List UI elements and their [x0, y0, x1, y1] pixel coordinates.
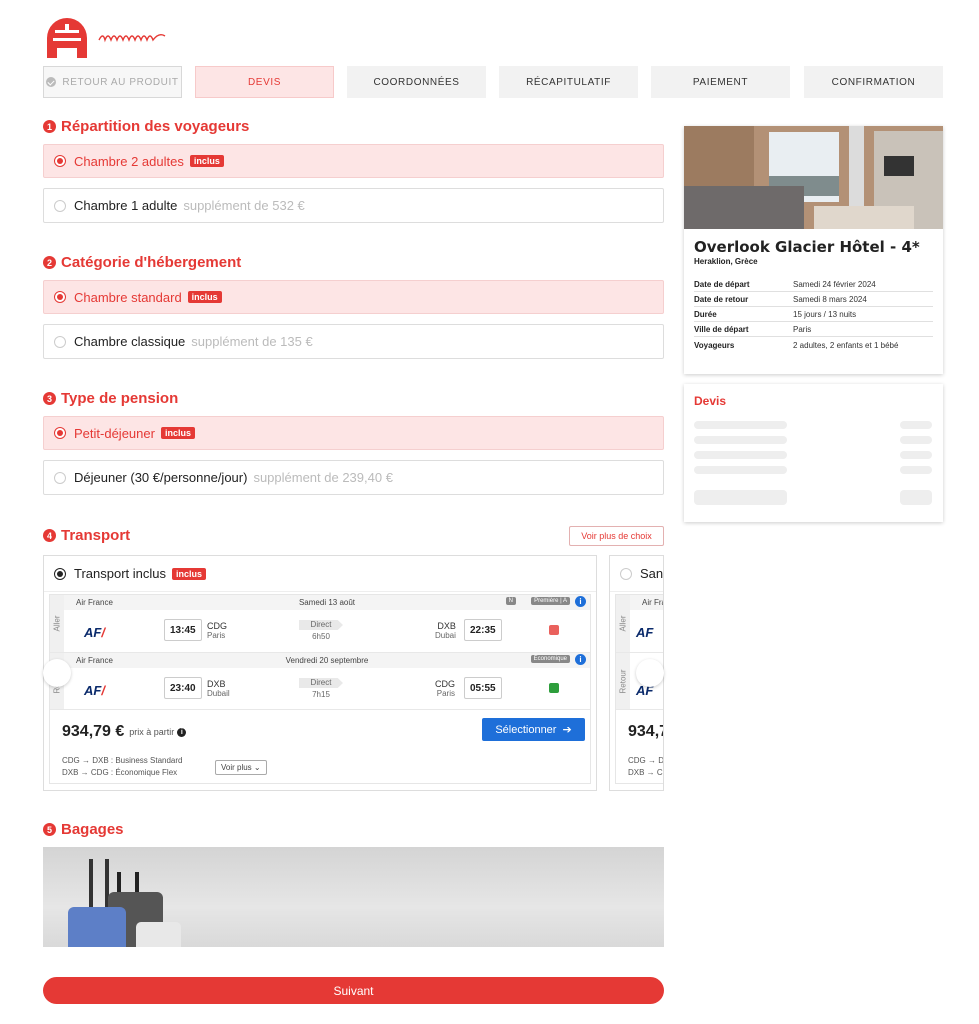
check-circle-icon: [46, 77, 57, 87]
option-chambre-1-adulte[interactable]: Chambre 1 adulte supplément de 532 €: [43, 188, 664, 223]
transport-card-included: Transport inclus inclus Aller Air France…: [43, 555, 597, 791]
next-button[interactable]: Suivant: [43, 977, 664, 1004]
luggage-included-icon: [549, 683, 559, 693]
transport-option-sans[interactable]: Sans: [610, 556, 663, 592]
chevron-down-icon: ⌄: [253, 763, 261, 772]
transport-option-included[interactable]: Transport inclus inclus: [44, 556, 596, 592]
option-chambre-2-adultes[interactable]: Chambre 2 adultes inclus: [43, 144, 664, 178]
fare-details: CDG → DXB : Business Standard DXB → CDG …: [62, 756, 183, 777]
radio[interactable]: [54, 471, 66, 484]
cabin-badge: Économique: [530, 655, 570, 663]
section-title-bagages: 5 Bagages: [43, 821, 124, 838]
air-france-logo: AF: [636, 625, 654, 640]
radio-selected[interactable]: [54, 427, 66, 439]
detail-row: Voyageurs 2 adultes, 2 enfants et 1 bébé: [694, 340, 899, 350]
section-title-hebergement: 2 Catégorie d'hébergement: [43, 254, 241, 271]
loading-skeleton: [900, 421, 932, 429]
devis-title: Devis: [694, 394, 727, 408]
step-paiement[interactable]: PAIEMENT: [651, 66, 790, 98]
loading-skeleton: [694, 436, 787, 444]
loading-skeleton: [694, 466, 787, 474]
devis-card: Devis: [684, 384, 943, 522]
option-petit-dejeuner[interactable]: Petit-déjeuner inclus: [43, 416, 664, 450]
back-to-product-button[interactable]: RETOUR AU PRODUIT: [43, 66, 182, 98]
logo-icon: [47, 18, 87, 58]
hotel-photo: [684, 126, 943, 229]
detail-row: Durée 15 jours / 13 nuits: [694, 308, 933, 322]
arrow-right-icon: ➔: [562, 724, 572, 736]
section-title-voyageurs: 1 Répartition des voyageurs: [43, 118, 249, 135]
option-dejeuner[interactable]: Déjeuner (30 €/personne/jour) supplément…: [43, 460, 664, 495]
loading-skeleton: [900, 466, 932, 474]
radio-selected[interactable]: [54, 567, 66, 580]
flight-leg-retour: Retour Air France Vendredi 20 septembre …: [50, 653, 590, 710]
see-more-button[interactable]: Voir plus ⌄: [215, 760, 267, 775]
flight-details: Aller Air France Samedi 13 août N Premiè…: [49, 594, 591, 784]
carousel-next-button[interactable]: [636, 659, 664, 687]
no-luggage-icon: [549, 625, 559, 635]
detail-row: Date de retour Samedi 8 mars 2024: [694, 293, 933, 307]
loading-skeleton: [900, 436, 932, 444]
air-france-logo: AF/: [84, 625, 105, 640]
radio-selected[interactable]: [54, 291, 66, 303]
flight-price: 934,79 € prix à partir i: [62, 723, 187, 741]
section-title-pension: 3 Type de pension: [43, 390, 178, 407]
loading-skeleton: [694, 421, 787, 429]
loading-skeleton: [694, 451, 787, 459]
radio[interactable]: [54, 199, 66, 212]
checkout-steps: RETOUR AU PRODUIT DEVIS COORDONNÉES RÉCA…: [43, 66, 943, 98]
radio[interactable]: [620, 567, 632, 580]
included-badge: inclus: [160, 427, 195, 439]
loading-skeleton: [900, 451, 932, 459]
radio[interactable]: [54, 335, 66, 348]
step-recapitulatif[interactable]: RÉCAPITULATIF: [499, 66, 638, 98]
cabin-badge: Première | A: [531, 597, 570, 605]
option-chambre-classique[interactable]: Chambre classique supplément de 135 €: [43, 324, 664, 359]
included-badge: inclus: [187, 291, 222, 303]
section-title-transport: 4 Transport: [43, 527, 130, 544]
luggage-image: [43, 847, 664, 947]
included-badge: inclus: [189, 155, 224, 167]
hotel-summary-card: Overlook Glacier Hôtel - 4* Heraklion, G…: [684, 126, 943, 374]
more-choices-button[interactable]: Voir plus de choix: [569, 526, 664, 546]
step-confirmation[interactable]: CONFIRMATION: [804, 66, 943, 98]
step-devis[interactable]: DEVIS: [195, 66, 334, 98]
detail-row: Date de départ Samedi 24 février 2024: [694, 278, 933, 292]
hotel-name: Overlook Glacier Hôtel - 4*: [694, 238, 920, 256]
step-coordonnees[interactable]: COORDONNÉES: [347, 66, 486, 98]
loading-skeleton: [694, 490, 787, 505]
included-badge: inclus: [172, 567, 207, 580]
info-icon[interactable]: i: [177, 727, 187, 737]
radio-selected[interactable]: [54, 155, 66, 167]
flight-leg-aller: Aller Air France Samedi 13 août N Premiè…: [50, 595, 590, 653]
hotel-location: Heraklion, Grèce: [694, 257, 758, 266]
option-chambre-standard[interactable]: Chambre standard inclus: [43, 280, 664, 314]
signature-logo: [98, 33, 166, 43]
air-france-logo: AF/: [84, 683, 105, 698]
detail-row: Ville de départ Paris: [694, 323, 933, 337]
info-icon[interactable]: i: [575, 654, 586, 665]
loading-skeleton: [900, 490, 932, 505]
select-flight-button[interactable]: Sélectionner ➔: [482, 718, 585, 741]
info-icon[interactable]: i: [575, 596, 586, 607]
carousel-prev-button[interactable]: [43, 659, 71, 687]
